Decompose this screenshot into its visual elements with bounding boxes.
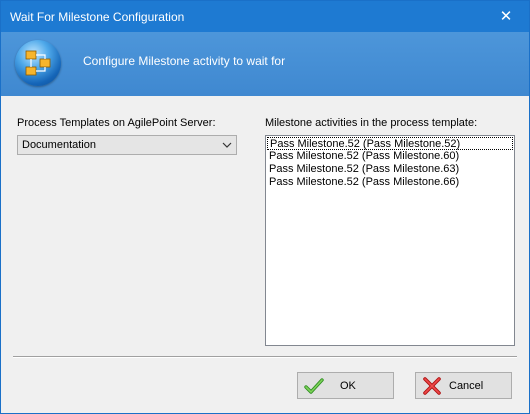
dialog-window: Wait For Milestone Configuration ✕ Confi…	[0, 0, 530, 414]
header-description: Configure Milestone activity to wait for	[83, 54, 286, 68]
process-template-dropdown[interactable]: Documentation	[17, 135, 237, 155]
title-bar[interactable]: Wait For Milestone Configuration ✕	[1, 1, 529, 32]
chevron-down-icon	[222, 142, 232, 148]
milestone-activities-label: Milestone activities in the process temp…	[265, 117, 478, 129]
ok-button-label: OK	[340, 380, 356, 392]
window-title: Wait For Milestone Configuration	[10, 10, 185, 24]
dialog-header: Configure Milestone activity to wait for	[1, 32, 529, 96]
divider	[13, 356, 517, 358]
process-diagram-icon	[15, 40, 61, 86]
list-item[interactable]: Pass Milestone.52 (Pass Milestone.66)	[267, 176, 513, 189]
milestone-listbox[interactable]: Pass Milestone.52 (Pass Milestone.52) Pa…	[265, 135, 515, 346]
checkmark-icon	[304, 378, 324, 394]
close-button[interactable]: ✕	[483, 1, 529, 32]
cancel-button-label: Cancel	[449, 380, 484, 392]
list-item[interactable]: Pass Milestone.52 (Pass Milestone.63)	[267, 163, 513, 176]
ok-button[interactable]: OK	[297, 372, 394, 399]
cancel-button[interactable]: Cancel	[415, 372, 512, 399]
process-templates-label: Process Templates on AgilePoint Server:	[17, 117, 216, 129]
cancel-x-icon	[423, 377, 441, 395]
process-template-selected: Documentation	[22, 139, 96, 151]
list-item[interactable]: Pass Milestone.52 (Pass Milestone.52)	[267, 137, 513, 150]
list-item[interactable]: Pass Milestone.52 (Pass Milestone.60)	[267, 150, 513, 163]
